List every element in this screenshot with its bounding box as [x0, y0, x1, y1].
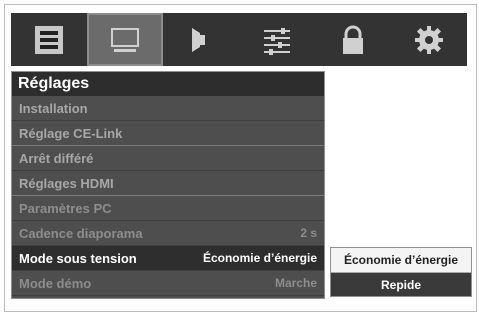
tab-lock[interactable] — [315, 13, 391, 66]
tab-setup[interactable] — [391, 13, 467, 66]
sound-settings-icon — [192, 27, 205, 52]
settings-menu: Réglages Installation Réglage CE-Link Ar… — [11, 71, 325, 299]
equalizer-settings-icon — [264, 27, 290, 55]
picture-settings-icon — [35, 25, 63, 54]
menu-item-sleep-timer[interactable]: Arrêt différé — [12, 146, 324, 171]
menu-item-power-on-mode[interactable]: Mode sous tension Économie d’énergie — [12, 246, 324, 271]
menu-item-pc-settings[interactable]: Paramètres PC — [12, 196, 324, 221]
power-mode-dropdown[interactable]: Économie d’énergie Repide — [330, 247, 472, 297]
menu-item-slideshow-rate[interactable]: Cadence diaporama 2 s — [12, 221, 324, 246]
gear-icon — [415, 25, 443, 54]
menu-item-label: Réglages HDMI — [19, 176, 114, 191]
menu-item-value: Économie d’énergie — [202, 251, 317, 265]
menu-item-label: Cadence diaporama — [19, 226, 143, 241]
menu-item-label: Mode sous tension — [19, 251, 137, 266]
lock-icon — [343, 25, 363, 54]
menu-item-label: Paramètres PC — [19, 201, 112, 216]
settings-tab-bar — [11, 13, 467, 66]
dropdown-option-eco[interactable]: Économie d’énergie — [331, 248, 471, 273]
menu-item-label: Arrêt différé — [19, 151, 94, 166]
tab-picture[interactable] — [11, 13, 87, 66]
tab-equalizer[interactable] — [239, 13, 315, 66]
tab-sound[interactable] — [163, 13, 239, 66]
display-settings-icon — [111, 27, 139, 52]
menu-item-demo-mode[interactable]: Mode démo Marche — [12, 271, 324, 296]
menu-item-hdmi[interactable]: Réglages HDMI — [12, 171, 324, 196]
menu-item-ce-link[interactable]: Réglage CE-Link — [12, 121, 324, 146]
menu-item-label: Réglage CE-Link — [19, 126, 123, 141]
menu-item-value: 2 s — [300, 226, 317, 240]
dropdown-option-rapid[interactable]: Repide — [331, 273, 471, 297]
tab-display[interactable] — [87, 13, 163, 66]
menu-item-value: Marche — [274, 276, 317, 290]
menu-item-label: Installation — [19, 101, 88, 116]
menu-item-label: Mode démo — [19, 276, 92, 291]
menu-item-installation[interactable]: Installation — [12, 96, 324, 121]
menu-title: Réglages — [12, 72, 324, 96]
